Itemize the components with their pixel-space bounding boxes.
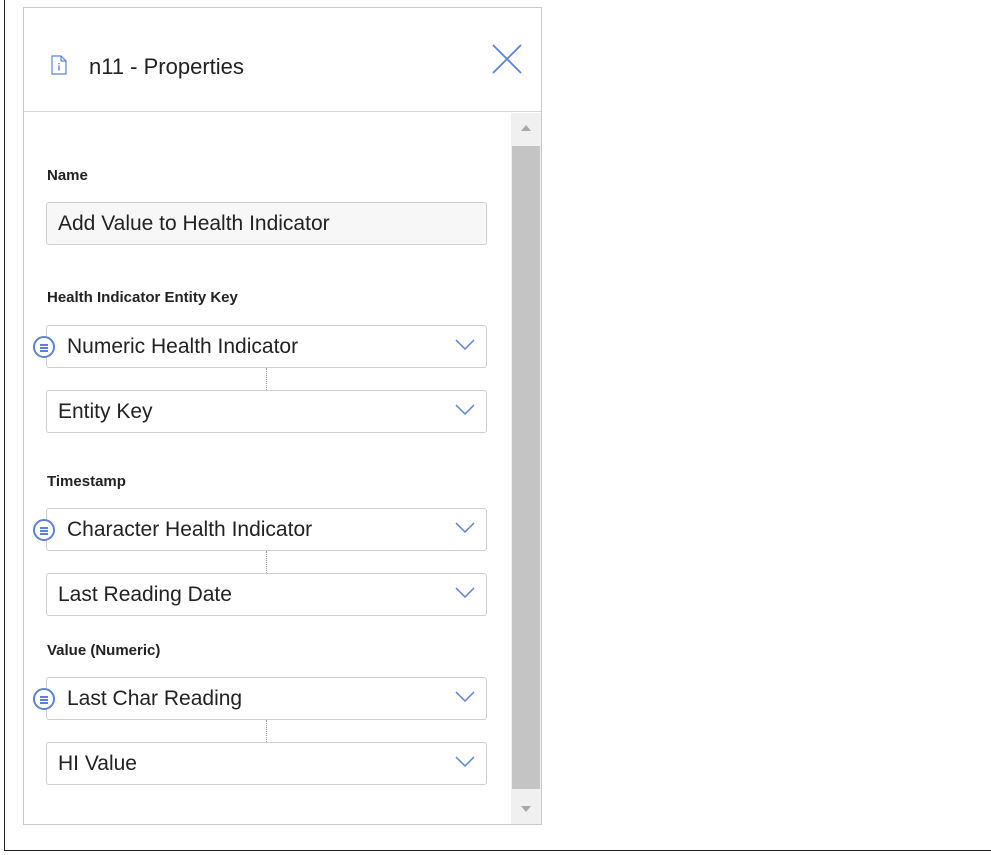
connector-line xyxy=(266,551,267,573)
name-input-value: Add Value to Health Indicator xyxy=(58,212,330,235)
list-icon[interactable] xyxy=(33,519,55,541)
timestamp-label: Timestamp xyxy=(47,473,126,490)
chevron-down-icon xyxy=(455,404,475,416)
document-info-icon xyxy=(51,55,67,75)
window-border-left xyxy=(4,0,5,851)
timestamp-property-dropdown[interactable]: Last Reading Date xyxy=(46,573,487,616)
entity-key-source-value: Numeric Health Indicator xyxy=(67,335,299,358)
value-source-dropdown[interactable]: Last Char Reading xyxy=(33,677,487,720)
chevron-down-icon xyxy=(455,587,475,599)
close-icon[interactable] xyxy=(490,42,524,76)
timestamp-property-value: Last Reading Date xyxy=(58,583,232,606)
panel-title: n11 - Properties xyxy=(89,54,244,79)
entity-key-property-dropdown[interactable]: Entity Key xyxy=(46,390,487,433)
chevron-down-icon xyxy=(455,691,475,703)
entity-key-property-value: Entity Key xyxy=(58,400,153,423)
scrollbar-thumb[interactable] xyxy=(512,146,540,789)
timestamp-source-dropdown[interactable]: Character Health Indicator xyxy=(33,508,487,551)
timestamp-source-value: Character Health Indicator xyxy=(67,518,313,541)
name-input[interactable]: Add Value to Health Indicator xyxy=(46,202,487,245)
scroll-down-arrow-icon[interactable] xyxy=(511,794,541,824)
value-label: Value (Numeric) xyxy=(47,642,161,659)
window-border-bottom xyxy=(4,850,991,851)
name-label: Name xyxy=(47,167,88,184)
panel-header: n11 - Properties xyxy=(24,8,541,112)
chevron-down-icon xyxy=(455,522,475,534)
connector-line xyxy=(266,720,267,742)
value-source-value: Last Char Reading xyxy=(67,687,243,710)
value-property-dropdown[interactable]: HI Value xyxy=(46,742,487,785)
connector-line xyxy=(266,368,267,390)
entity-key-source-dropdown[interactable]: Numeric Health Indicator xyxy=(33,325,487,368)
chevron-down-icon xyxy=(455,756,475,768)
list-icon[interactable] xyxy=(33,336,55,358)
list-icon[interactable] xyxy=(33,688,55,710)
scroll-up-arrow-icon[interactable] xyxy=(511,113,541,143)
chevron-down-icon xyxy=(455,339,475,351)
value-property-value: HI Value xyxy=(58,752,137,775)
scrollbar[interactable] xyxy=(511,113,541,824)
entity-key-label: Health Indicator Entity Key xyxy=(47,289,238,306)
properties-panel: n11 - Properties Name Add Value to Healt… xyxy=(23,7,542,825)
